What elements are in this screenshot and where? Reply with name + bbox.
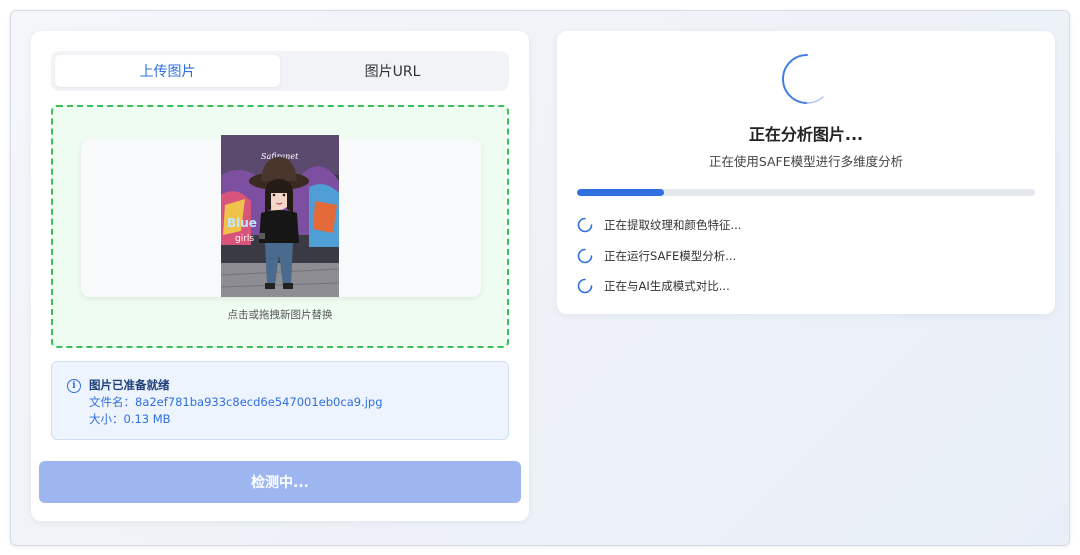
analysis-step: 正在提取纹理和颜色特征... <box>577 215 741 235</box>
loading-spinner-icon <box>782 54 824 104</box>
step-label: 正在运行SAFE模型分析... <box>604 249 737 263</box>
analysis-step: 正在运行SAFE模型分析... <box>577 246 736 266</box>
file-ready-title: 图片已准备就绪 <box>89 378 170 392</box>
app-window: 上传图片 图片URL Blue girls Safiranet 点击或拖拽新图片… <box>10 10 1070 546</box>
spinner-icon <box>577 278 593 294</box>
analysis-step: 正在与AI生成模式对比... <box>577 276 730 296</box>
analysis-title: 正在分析图片... <box>748 125 864 144</box>
file-size: 大小：0.13 MB <box>89 412 171 426</box>
info-icon: i <box>67 379 81 393</box>
image-preview: Blue girls Safiranet <box>81 135 481 297</box>
detect-button[interactable]: 检测中... <box>39 461 521 503</box>
upload-panel: 上传图片 图片URL Blue girls Safiranet 点击或拖拽新图片… <box>31 31 529 521</box>
svg-text:Blue: Blue <box>227 216 257 230</box>
step-label: 正在与AI生成模式对比... <box>604 279 730 293</box>
uploaded-photo: Blue girls Safiranet <box>221 135 339 297</box>
tab-image-url[interactable]: 图片URL <box>280 55 505 87</box>
svg-text:girls: girls <box>235 234 254 244</box>
file-name: 文件名：8a2ef781ba933c8ecd6e547001eb0ca9.jpg <box>89 395 383 409</box>
upload-tabs: 上传图片 图片URL <box>51 51 509 91</box>
analysis-subtitle: 正在使用SAFE模型进行多维度分析 <box>708 154 904 169</box>
step-label: 正在提取纹理和颜色特征... <box>604 218 742 232</box>
progress-fill <box>577 189 665 196</box>
tab-upload-image[interactable]: 上传图片 <box>55 55 280 87</box>
image-dropzone[interactable]: Blue girls Safiranet 点击或拖拽新图片替换 <box>51 105 509 348</box>
file-info-box: i 图片已准备就绪 文件名：8a2ef781ba933c8ecd6e547001… <box>51 361 509 440</box>
spinner-icon <box>577 217 593 233</box>
analysis-progress-bar <box>577 189 1035 196</box>
spinner-icon <box>577 248 593 264</box>
analysis-panel: 正在分析图片... 正在使用SAFE模型进行多维度分析 正在提取纹理和颜色特征.… <box>557 31 1055 314</box>
dropzone-hint: 点击或拖拽新图片替换 <box>227 309 333 321</box>
